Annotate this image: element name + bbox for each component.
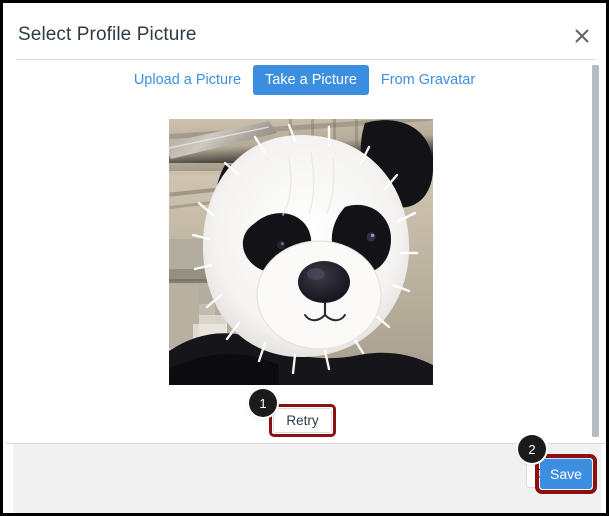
- tab-take-a-picture[interactable]: Take a Picture: [253, 65, 369, 95]
- close-icon[interactable]: [572, 26, 592, 46]
- retry-button[interactable]: Retry: [273, 408, 332, 433]
- save-button[interactable]: Save: [540, 459, 592, 489]
- dialog-header: Select Profile Picture: [6, 6, 606, 59]
- profile-picture-dialog: Select Profile Picture Upload a Picture …: [0, 0, 609, 516]
- photo-preview: [169, 119, 433, 385]
- tab-from-gravatar[interactable]: From Gravatar: [369, 65, 487, 95]
- scrollbar-thumb[interactable]: [592, 65, 599, 437]
- header-divider: [16, 59, 595, 60]
- page-title: Select Profile Picture: [18, 24, 197, 45]
- panda-mascot-photo: [169, 119, 433, 385]
- tab-upload-a-picture[interactable]: Upload a Picture: [122, 65, 253, 95]
- step-badge-1: 1: [249, 389, 277, 417]
- dialog-footer: Cancel: [13, 444, 601, 513]
- picture-source-tabs: Upload a Picture Take a Picture From Gra…: [3, 65, 606, 95]
- step-badge-2: 2: [518, 435, 546, 463]
